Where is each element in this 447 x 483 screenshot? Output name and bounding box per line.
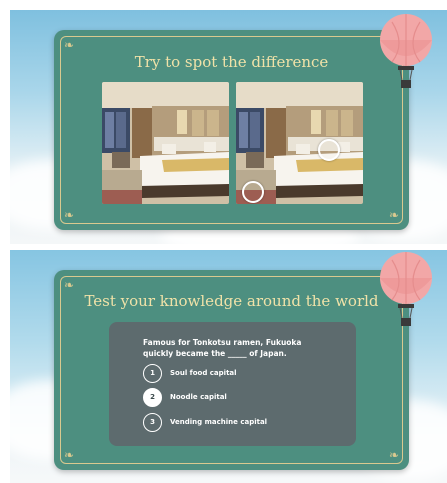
slide-spot-difference: ❧ ❧ ❧ ❧ Try to spot the difference [10,10,447,244]
option-number: 1 [143,363,162,383]
option-label: Soul food capital [170,369,237,377]
quiz-option-1[interactable]: 1 Soul food capital [143,362,237,384]
slide-title: Try to spot the difference [134,53,329,71]
hot-air-balloon-icon [378,14,434,98]
hotel-room-photo-modified[interactable] [236,82,363,204]
option-number: 2 [143,387,162,407]
slide-knowledge-quiz: ❧ ❧ ❧ ❧ Test your knowledge around the w… [10,250,447,483]
option-number: 3 [143,412,162,432]
game-card: ❧ ❧ ❧ ❧ Try to spot the difference [54,30,409,230]
option-label: Noodle capital [170,393,227,401]
flourish-corner-icon: ❧ [63,278,75,292]
hotel-room-photo-original[interactable] [102,82,229,204]
difference-marker[interactable] [318,139,340,161]
option-label: Vending machine capital [170,418,268,426]
slide-title: Test your knowledge around the world [84,292,379,310]
quiz-box: Famous for Tonkotsu ramen, Fukuoka quick… [109,322,356,446]
flourish-corner-icon: ❧ [388,448,400,462]
difference-marker[interactable] [242,181,264,203]
flourish-corner-icon: ❧ [388,208,400,222]
quiz-question: Famous for Tonkotsu ramen, Fukuoka quick… [143,338,302,358]
game-card: ❧ ❧ ❧ ❧ Test your knowledge around the w… [54,270,409,470]
flourish-corner-icon: ❧ [63,38,75,52]
quiz-option-2[interactable]: 2 Noodle capital [143,386,227,408]
quiz-option-3[interactable]: 3 Vending machine capital [143,411,267,433]
flourish-corner-icon: ❧ [63,448,75,462]
flourish-corner-icon: ❧ [63,208,75,222]
hot-air-balloon-icon [378,252,434,336]
